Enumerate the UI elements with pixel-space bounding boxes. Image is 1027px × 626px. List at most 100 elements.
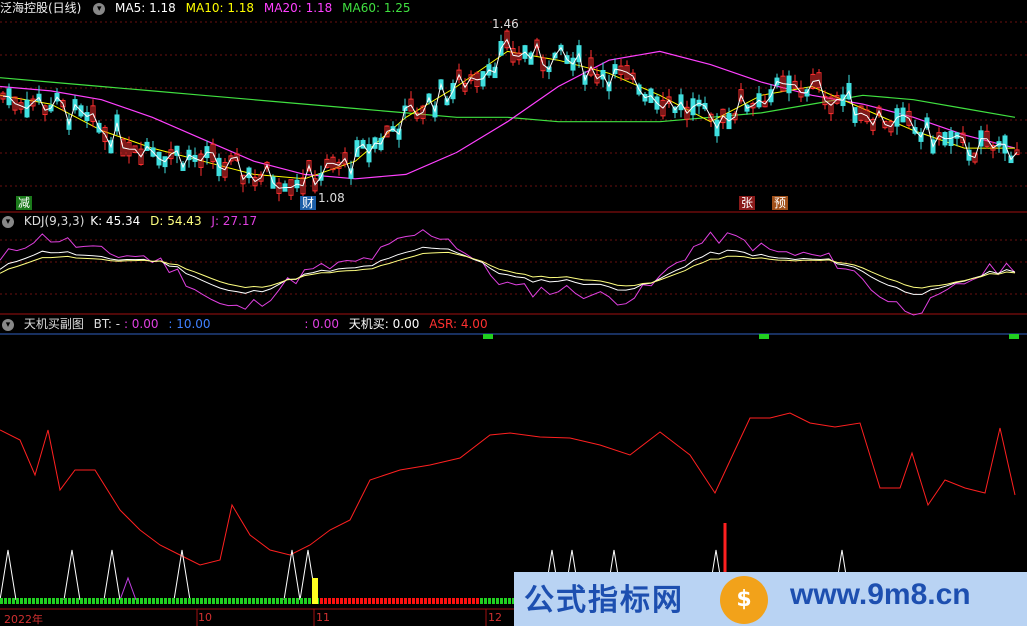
asr-strip-cell <box>4 598 7 604</box>
asr-strip-cell <box>392 598 395 604</box>
asr-strip-cell <box>272 598 275 604</box>
asr-strip-cell <box>124 598 127 604</box>
asr-strip-cell <box>20 598 23 604</box>
main-panel-header: 泛海控股(日线) ▾ MA5: 1.18 MA10: 1.18 MA20: 1.… <box>0 0 417 16</box>
tianji-asr: ASR: 4.00 <box>429 317 488 331</box>
asr-strip-cell <box>8 598 11 604</box>
asr-strip-cell <box>352 598 355 604</box>
asr-strip-cell <box>80 598 83 604</box>
asr-strip-cell <box>364 598 367 604</box>
collapse-icon[interactable]: ▾ <box>2 318 14 331</box>
asr-strip-cell <box>496 598 499 604</box>
asr-strip-cell <box>12 598 15 604</box>
watermark-logo: $ <box>720 576 768 624</box>
asr-strip-cell <box>120 598 123 604</box>
tianji-bt: BT: - <box>93 317 121 331</box>
asr-strip-cell <box>324 598 327 604</box>
asr-strip-cell <box>72 598 75 604</box>
asr-strip-cell <box>488 598 491 604</box>
asr-strip-cell <box>484 598 487 604</box>
asr-strip-cell <box>456 598 459 604</box>
tianji-name: 天机买副图 <box>23 317 84 331</box>
high-price-label: 1.46 <box>492 17 519 31</box>
asr-strip-cell <box>84 598 87 604</box>
tianji-spike <box>119 576 137 601</box>
asr-strip-cell <box>380 598 383 604</box>
asr-strip-cell <box>68 598 71 604</box>
asr-strip-cell <box>232 598 235 604</box>
asr-strip-cell <box>268 598 271 604</box>
tianji-spike <box>173 549 191 601</box>
asr-strip-cell <box>440 598 443 604</box>
tianji-v3: : 0.00 <box>304 317 339 331</box>
asr-strip-cell <box>280 598 283 604</box>
ma20-value: MA20: 1.18 <box>263 1 333 15</box>
tianji-spike <box>283 549 301 601</box>
asr-strip-cell <box>204 598 207 604</box>
asr-strip-cell <box>100 598 103 604</box>
asr-strip-cell <box>284 598 287 604</box>
asr-strip-cell <box>360 598 363 604</box>
asr-strip-cell <box>224 598 227 604</box>
asr-strip-cell <box>156 598 159 604</box>
tianji-spike <box>0 549 17 601</box>
asr-strip-cell <box>240 598 243 604</box>
asr-strip-cell <box>300 598 303 604</box>
asr-strip-cell <box>256 598 259 604</box>
kdj-panel-header: ▾ KDJ(9,3,3) K: 45.34 D: 54.43 J: 27.17 <box>0 213 263 229</box>
asr-strip-cell <box>32 598 35 604</box>
tianji-red-line <box>0 412 1016 566</box>
asr-strip-cell <box>320 598 323 604</box>
asr-strip-cell <box>420 598 423 604</box>
asr-highlight-bar <box>312 578 318 604</box>
stock-chart-window: { "main_panel": { "stock_name": "泛海控股(日线… <box>0 0 1027 626</box>
axis-month-11: 11 <box>316 611 330 624</box>
asr-strip-cell <box>48 598 51 604</box>
asr-strip-cell <box>244 598 247 604</box>
asr-strip-cell <box>40 598 43 604</box>
asr-strip-cell <box>292 598 295 604</box>
kdj-j-value: J: 27.17 <box>211 214 258 228</box>
asr-strip-cell <box>492 598 495 604</box>
asr-strip-cell <box>264 598 267 604</box>
signal-marker <box>1009 334 1019 339</box>
asr-strip-cell <box>212 598 215 604</box>
asr-strip-cell <box>260 598 263 604</box>
asr-strip-cell <box>464 598 467 604</box>
asr-strip-cell <box>220 598 223 604</box>
asr-strip-cell <box>412 598 415 604</box>
asr-strip-cell <box>432 598 435 604</box>
asr-strip-cell <box>188 598 191 604</box>
collapse-icon[interactable]: ▾ <box>2 215 14 228</box>
low-price-label: 1.08 <box>318 191 345 205</box>
asr-strip-cell <box>140 598 143 604</box>
asr-strip-cell <box>396 598 399 604</box>
asr-strip-cell <box>428 598 431 604</box>
asr-strip-cell <box>168 598 171 604</box>
asr-strip-cell <box>436 598 439 604</box>
asr-strip-cell <box>44 598 47 604</box>
asr-strip-cell <box>24 598 27 604</box>
watermark-url: www.9m8.cn <box>790 578 971 611</box>
asr-strip-cell <box>384 598 387 604</box>
asr-strip-cell <box>252 598 255 604</box>
asr-strip-cell <box>228 598 231 604</box>
collapse-icon[interactable]: ▾ <box>93 2 106 15</box>
stock-name: 泛海控股(日线) <box>0 1 82 15</box>
asr-strip-cell <box>76 598 79 604</box>
asr-strip-cell <box>248 598 251 604</box>
tianji-buy: 天机买: 0.00 <box>348 317 420 331</box>
asr-strip-cell <box>184 598 187 604</box>
asr-strip-cell <box>172 598 175 604</box>
kdj-j-line <box>0 229 1016 316</box>
asr-strip-cell <box>164 598 167 604</box>
asr-strip-cell <box>460 598 463 604</box>
kdj-name: KDJ(9,3,3) <box>23 214 85 228</box>
chart-canvas[interactable] <box>0 0 1027 626</box>
asr-strip-cell <box>196 598 199 604</box>
asr-strip-cell <box>148 598 151 604</box>
asr-strip-cell <box>112 598 115 604</box>
asr-strip-cell <box>96 598 99 604</box>
axis-year-label: 2022年 <box>4 613 43 626</box>
kdj-k-value: K: 45.34 <box>90 214 141 228</box>
